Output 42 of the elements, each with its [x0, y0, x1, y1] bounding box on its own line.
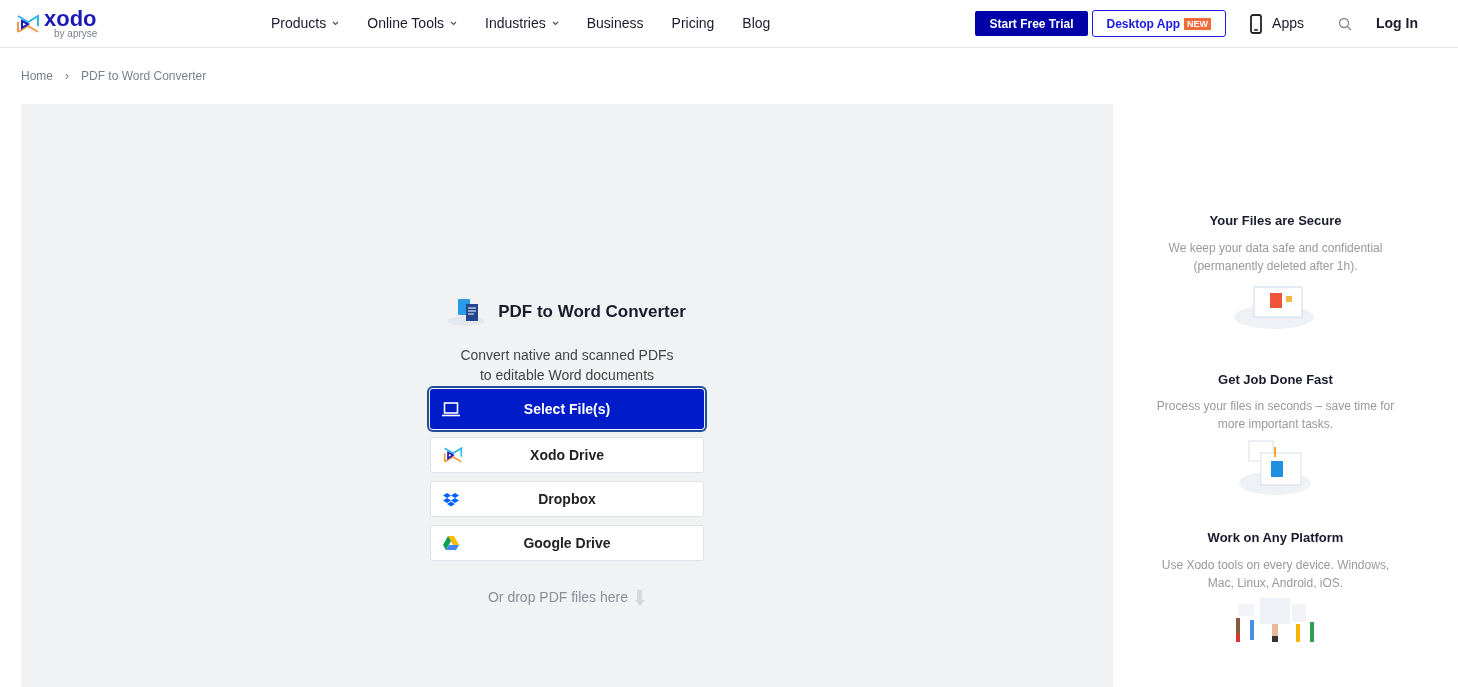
start-trial-button[interactable]: Start Free Trial	[975, 11, 1088, 36]
feature-text: Use Xodo tools on every device. Windows, Mac, Linux, Android, iOS.	[1160, 556, 1391, 592]
new-badge: NEW	[1184, 17, 1212, 30]
laptop-icon	[442, 401, 460, 417]
pdf-to-word-icon	[448, 297, 487, 327]
down-arrow-icon	[634, 589, 647, 606]
logo-mark-icon	[443, 446, 463, 464]
feature-text: Process your files in seconds – save time for more important tasks.	[1155, 398, 1396, 434]
logo-mark-icon	[16, 13, 40, 34]
converter-subtitle: to editable Word documents	[479, 366, 655, 385]
login-link[interactable]: Log In	[1376, 13, 1418, 34]
search-icon[interactable]	[1338, 16, 1352, 31]
feature-title: Work on Any Platform	[1207, 529, 1344, 548]
feature-text: We keep your data safe and confidential (permanently deleted after 1h).	[1167, 239, 1384, 275]
logo-wordmark[interactable]: xodo	[44, 8, 98, 29]
upload-source-button[interactable]: Google Drive	[430, 525, 704, 561]
converter-subtitle: Convert native and scanned PDFs	[460, 346, 674, 365]
logo-byline: by apryse	[54, 28, 98, 39]
upload-source-button[interactable]: Xodo Drive	[430, 437, 704, 473]
upload-source-button[interactable]: Select File(s)	[430, 389, 704, 429]
nav-link[interactable]: Business	[586, 13, 644, 34]
upload-source-button[interactable]: Dropbox	[430, 481, 704, 517]
apps-link[interactable]: Apps	[1250, 13, 1304, 34]
nav-link[interactable]: Industries	[485, 13, 559, 34]
triangle-icon	[443, 536, 459, 550]
drop-hint: Or drop PDF files here	[487, 588, 629, 607]
phone-icon	[1250, 13, 1263, 34]
feature-title: Your Files are Secure	[1209, 212, 1342, 230]
nav-link[interactable]: Blog	[742, 13, 771, 34]
box-icon	[443, 491, 459, 507]
breadcrumb-current: PDF to Word Converter	[81, 68, 207, 85]
converter-title: PDF to Word Converter	[498, 301, 686, 324]
desktop-app-button[interactable]: Desktop App NEW	[1091, 10, 1227, 37]
breadcrumb-link[interactable]: Home	[21, 67, 53, 85]
nav-link[interactable]: Online Tools	[367, 13, 458, 34]
chevron-down-icon	[551, 21, 559, 26]
chevron-down-icon	[450, 21, 458, 26]
breadcrumb-separator: ›	[65, 68, 69, 85]
feature-title: Get Job Done Fast	[1218, 370, 1333, 389]
nav-link[interactable]: Products	[271, 13, 340, 34]
nav-link[interactable]: Pricing	[671, 13, 715, 34]
chevron-down-icon	[332, 21, 340, 26]
